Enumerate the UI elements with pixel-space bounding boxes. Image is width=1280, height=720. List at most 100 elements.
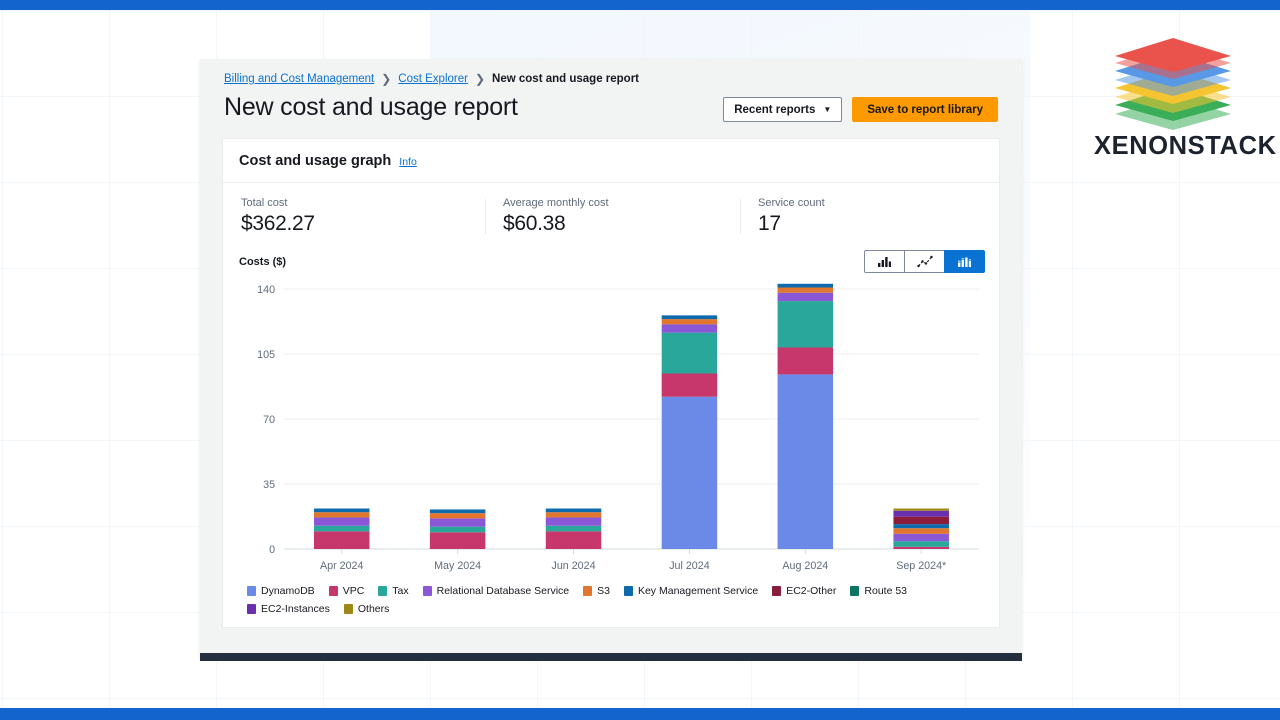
metric-value: $60.38 <box>503 212 722 236</box>
cost-and-usage-graph-card: Cost and usage graph Info Total cost $36… <box>222 138 1000 628</box>
chart-type-toggle-group <box>864 250 985 273</box>
legend-swatch <box>247 586 256 596</box>
metric-label: Average monthly cost <box>503 197 722 209</box>
bar-segment[interactable] <box>662 325 718 333</box>
bar-segment[interactable] <box>662 397 718 549</box>
metric-value: $362.27 <box>241 212 467 236</box>
bar-segment[interactable] <box>314 532 370 550</box>
metric-label: Service count <box>758 197 962 209</box>
legend-swatch <box>772 586 781 596</box>
bar-segment[interactable] <box>893 517 949 524</box>
bar-segment[interactable] <box>662 333 718 374</box>
bar-segment[interactable] <box>546 526 602 532</box>
aws-console-window: Billing and Cost Management ❯ Cost Explo… <box>200 59 1022 659</box>
legend-item[interactable]: Key Management Service <box>624 585 758 597</box>
bar-segment[interactable] <box>430 510 486 514</box>
legend-item[interactable]: S3 <box>583 585 610 597</box>
bar-segment[interactable] <box>893 528 949 534</box>
bar-segment[interactable] <box>314 526 370 532</box>
bar-segment[interactable] <box>893 541 949 547</box>
card-header: Cost and usage graph Info <box>223 139 999 183</box>
legend-item[interactable]: Others <box>344 603 390 615</box>
recent-reports-label: Recent reports <box>734 104 815 116</box>
legend-item[interactable]: EC2-Other <box>772 585 836 597</box>
line-chart-toggle[interactable] <box>904 250 945 273</box>
legend-item[interactable]: Relational Database Service <box>423 585 570 597</box>
y-axis-caption: Costs ($) <box>239 256 286 268</box>
bar-segment[interactable] <box>546 532 602 550</box>
bar-segment[interactable] <box>546 518 602 526</box>
bar-segment[interactable] <box>778 293 834 301</box>
breadcrumb-item-current: New cost and usage report <box>492 73 639 85</box>
legend-swatch <box>378 586 387 596</box>
legend-label: Relational Database Service <box>437 585 570 597</box>
bar-segment[interactable] <box>546 509 602 513</box>
metric-label: Total cost <box>241 197 467 209</box>
bar-segment[interactable] <box>662 319 718 324</box>
bar-chart-icon <box>877 255 892 268</box>
save-to-report-library-button[interactable]: Save to report library <box>852 97 998 122</box>
x-axis-tick-label: Sep 2024* <box>896 560 947 572</box>
legend-swatch <box>583 586 592 596</box>
x-axis-tick-label: May 2024 <box>434 560 481 572</box>
legend-item[interactable]: Tax <box>378 585 408 597</box>
stacked-bar-chart-toggle[interactable] <box>944 250 985 273</box>
bar-segment[interactable] <box>893 511 949 517</box>
y-axis-tick-label: 140 <box>257 284 275 296</box>
legend-label: EC2-Other <box>786 585 836 597</box>
xenonstack-layers-icon <box>1094 38 1252 130</box>
bar-segment[interactable] <box>893 547 949 549</box>
bar-segment[interactable] <box>430 513 486 518</box>
breadcrumb: Billing and Cost Management ❯ Cost Explo… <box>200 59 1022 85</box>
chart-plot-area: 03570105140Apr 2024May 2024Jun 2024Jul 2… <box>239 281 985 581</box>
bar-segment[interactable] <box>778 301 834 347</box>
y-axis-tick-label: 105 <box>257 349 275 361</box>
bar-segment[interactable] <box>430 527 486 533</box>
legend-item[interactable]: VPC <box>329 585 365 597</box>
page-title: New cost and usage report <box>224 92 518 123</box>
bar-segment[interactable] <box>778 348 834 375</box>
card-title: Cost and usage graph <box>239 153 391 169</box>
x-axis-tick-label: Aug 2024 <box>782 560 828 572</box>
legend-swatch <box>423 586 432 596</box>
bar-segment[interactable] <box>778 288 834 293</box>
bar-segment[interactable] <box>430 533 486 550</box>
brand-logo-text: XENONSTACK <box>1094 132 1252 161</box>
x-axis-tick-label: Apr 2024 <box>320 560 363 572</box>
y-axis-tick-label: 70 <box>263 414 275 426</box>
bar-segment[interactable] <box>662 316 718 320</box>
y-axis-tick-label: 35 <box>263 479 275 491</box>
bar-segment[interactable] <box>662 374 718 397</box>
x-axis-tick-label: Jun 2024 <box>552 560 596 572</box>
bar-chart-toggle[interactable] <box>864 250 905 273</box>
legend-item[interactable]: DynamoDB <box>247 585 315 597</box>
line-chart-icon <box>917 255 933 268</box>
legend-label: Tax <box>392 585 408 597</box>
bar-segment[interactable] <box>430 519 486 527</box>
bar-segment[interactable] <box>893 509 949 511</box>
legend-item[interactable]: Route 53 <box>850 585 907 597</box>
stacked-bar-chart-icon <box>957 255 972 268</box>
bar-segment[interactable] <box>893 524 949 528</box>
breadcrumb-item-cost-explorer[interactable]: Cost Explorer <box>398 73 468 85</box>
bar-segment[interactable] <box>314 509 370 513</box>
metric-average-monthly-cost: Average monthly cost $60.38 <box>485 197 740 236</box>
breadcrumb-item-billing[interactable]: Billing and Cost Management <box>224 73 374 85</box>
chevron-down-icon: ▼ <box>823 106 831 114</box>
bar-segment[interactable] <box>314 518 370 526</box>
info-link[interactable]: Info <box>399 156 417 168</box>
recent-reports-button[interactable]: Recent reports ▼ <box>723 97 842 122</box>
chart-legend: DynamoDB VPC Tax Relational Database Servic… <box>223 581 983 627</box>
legend-item[interactable]: EC2-Instances <box>247 603 330 615</box>
x-axis-tick-label: Jul 2024 <box>669 560 709 572</box>
metric-service-count: Service count 17 <box>740 197 980 236</box>
bar-segment[interactable] <box>546 512 602 517</box>
bar-segment[interactable] <box>893 534 949 541</box>
bar-segment[interactable] <box>314 512 370 517</box>
stacked-bar-chart: 03570105140Apr 2024May 2024Jun 2024Jul 2… <box>239 281 985 581</box>
bar-segment[interactable] <box>778 375 834 550</box>
metrics-row: Total cost $362.27 Average monthly cost … <box>223 183 999 246</box>
top-accent-bar <box>0 0 1280 10</box>
bar-segment[interactable] <box>778 284 834 288</box>
legend-label: VPC <box>343 585 365 597</box>
